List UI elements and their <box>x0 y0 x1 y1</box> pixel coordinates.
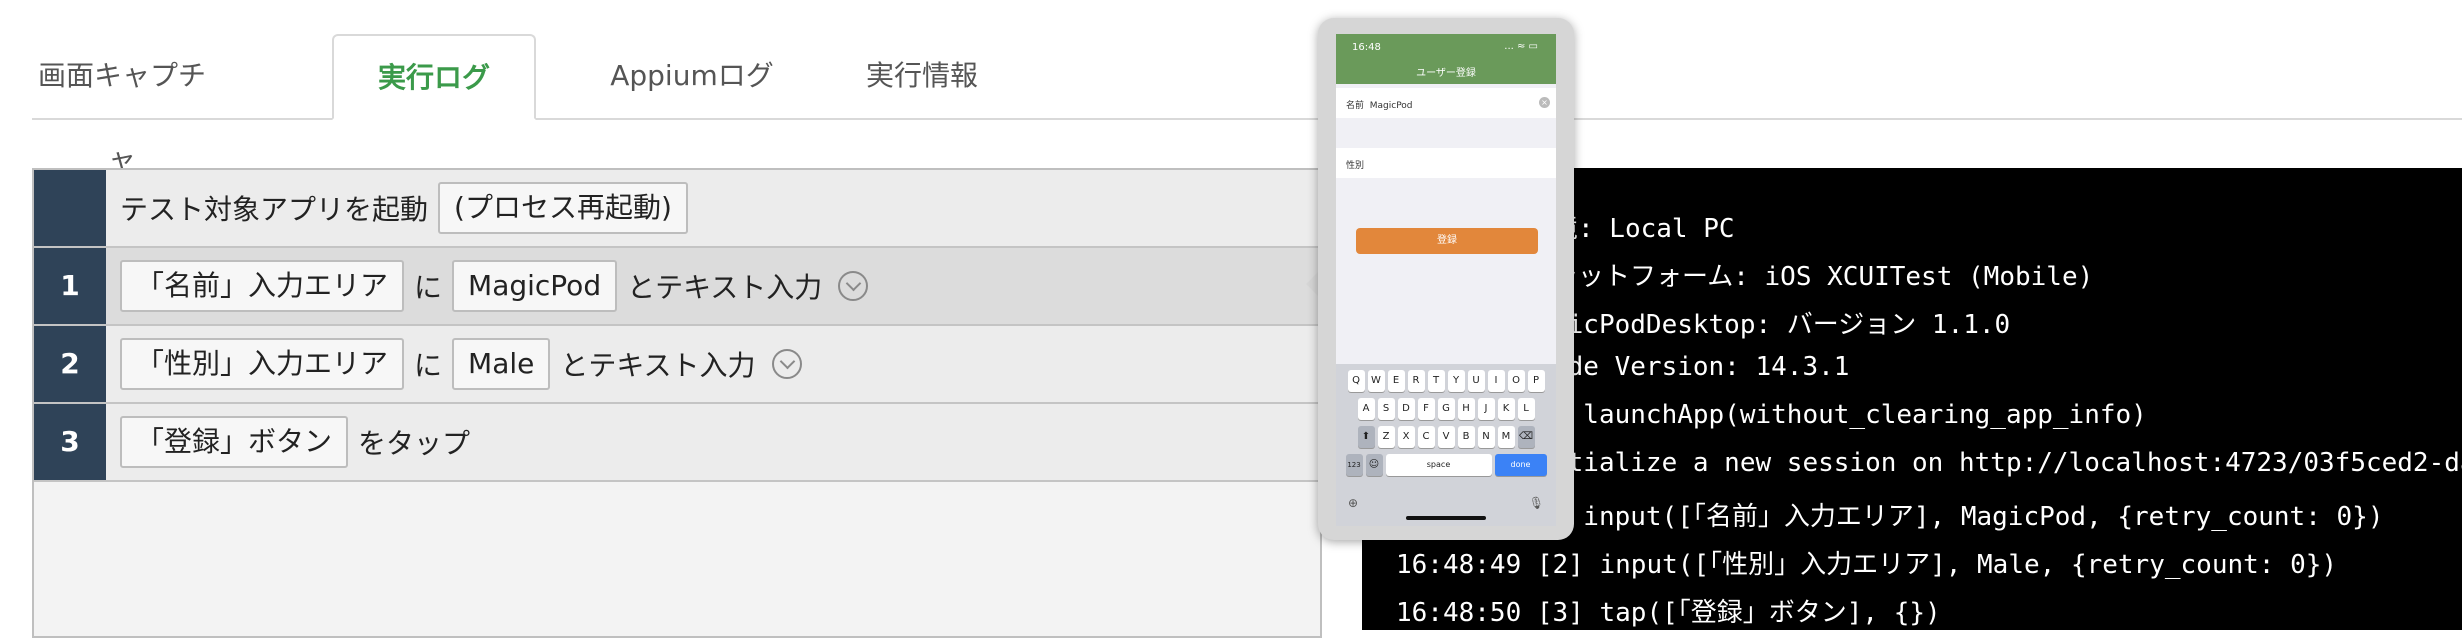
step-target-chip[interactable]: 「登録」ボタン <box>120 416 349 468</box>
key[interactable]: B <box>1457 426 1475 448</box>
key[interactable]: N <box>1477 426 1495 448</box>
key[interactable]: A <box>1357 398 1375 420</box>
step-target-chip[interactable]: 「名前」入力エリア <box>120 260 405 312</box>
step-row-3[interactable]: 3 「登録」ボタン をタップ <box>34 404 1322 482</box>
status-icons: ... ≈ ▭ <box>1504 41 1538 52</box>
step-number <box>34 170 106 246</box>
step-action: とテキスト入力 <box>560 349 756 382</box>
step-number: 2 <box>34 326 106 402</box>
clear-icon[interactable]: × <box>1539 97 1550 108</box>
device-screenshot-popup: 16:48 ... ≈ ▭ ユーザー登録 名前 MagicPod × 性別 登録… <box>1318 18 1574 540</box>
key[interactable]: R <box>1407 370 1425 392</box>
globe-icon[interactable]: ⊕ <box>1348 496 1358 510</box>
log-line: ] launchApp(without_clearing_app_info) <box>1552 400 2147 430</box>
tab-screen-capture[interactable]: 画面キャプチャ <box>32 34 212 176</box>
name-field[interactable]: 名前 MagicPod × <box>1336 88 1556 118</box>
key[interactable]: W <box>1367 370 1385 392</box>
key[interactable]: E <box>1387 370 1405 392</box>
backspace-key[interactable]: ⌫ <box>1517 426 1535 448</box>
keyboard-row-4: 123 ☺ space done <box>1336 454 1556 476</box>
key[interactable]: V <box>1437 426 1455 448</box>
step-target-chip[interactable]: 「性別」入力エリア <box>120 338 405 390</box>
step-value-chip[interactable]: MagicPod <box>452 260 618 312</box>
register-button[interactable]: 登録 <box>1356 228 1538 254</box>
log-line: ode Version: 14.3.1 <box>1552 352 1850 382</box>
microphone-icon[interactable]: 🎙 <box>1529 496 1544 510</box>
step-number: 3 <box>34 404 106 480</box>
home-indicator <box>1406 516 1486 520</box>
gender-field-label: 性別 <box>1346 161 1365 171</box>
log-line: ] input([「名前」入力エリア], MagicPod, {retry_co… <box>1552 502 2384 532</box>
key[interactable]: Y <box>1447 370 1465 392</box>
step-action: をタップ <box>358 427 471 460</box>
key[interactable]: Q <box>1347 370 1365 392</box>
step-row-launch[interactable]: テスト対象アプリを起動 (プロセス再起動) <box>34 170 1322 248</box>
step-text: テスト対象アプリを起動 <box>120 193 429 226</box>
step-row-2[interactable]: 2 「性別」入力エリア に Male とテキスト入力 <box>34 326 1322 404</box>
device-screen: 16:48 ... ≈ ▭ ユーザー登録 名前 MagicPod × 性別 登録… <box>1336 34 1556 526</box>
emoji-icon[interactable]: ☺ <box>1365 454 1383 476</box>
key[interactable]: S <box>1377 398 1395 420</box>
chevron-down-icon[interactable] <box>771 349 802 379</box>
step-action: とテキスト入力 <box>627 271 823 304</box>
log-line: 境: Local PC <box>1552 214 1735 244</box>
step-number: 1 <box>34 248 106 324</box>
status-time: 16:48 <box>1352 42 1381 53</box>
key[interactable]: H <box>1457 398 1475 420</box>
key[interactable]: L <box>1517 398 1535 420</box>
key[interactable]: G <box>1437 398 1455 420</box>
log-line: 16:48:49 [2] input([「性別」入力エリア], Male, {r… <box>1396 550 2338 580</box>
space-key[interactable]: space <box>1385 454 1492 476</box>
step-particle: に <box>414 271 443 304</box>
shift-key[interactable]: ⬆ <box>1357 426 1375 448</box>
step-param-chip[interactable]: (プロセス再起動) <box>438 182 688 234</box>
log-line: itialize a new session on http://localho… <box>1552 448 2462 478</box>
step-row-1[interactable]: 1 「名前」入力エリア に MagicPod とテキスト入力 <box>34 248 1322 326</box>
key[interactable]: U <box>1467 370 1485 392</box>
name-field-label: 名前 MagicPod <box>1346 101 1413 111</box>
step-particle: に <box>414 349 443 382</box>
keyboard-row-1: Q W E R T Y U I O P <box>1336 370 1556 392</box>
key[interactable]: T <box>1427 370 1445 392</box>
done-key[interactable]: done <box>1494 454 1547 476</box>
key[interactable]: D <box>1397 398 1415 420</box>
step-value-chip[interactable]: Male <box>452 338 551 390</box>
keyboard-row-3: ⬆ Z X C V B N M ⌫ <box>1336 426 1556 448</box>
app-title: ユーザー登録 <box>1416 68 1476 79</box>
keyboard-row-2: A S D F G H J K L <box>1336 398 1556 420</box>
chevron-down-icon[interactable] <box>838 271 869 301</box>
key[interactable]: C <box>1417 426 1435 448</box>
gender-field[interactable]: 性別 <box>1336 148 1556 178</box>
test-steps-panel: テスト対象アプリを起動 (プロセス再起動) 1 「名前」入力エリア に Magi… <box>32 168 1322 638</box>
key[interactable]: J <box>1477 398 1495 420</box>
tab-execution-log[interactable]: 実行ログ <box>332 34 536 120</box>
app-header: 16:48 ... ≈ ▭ ユーザー登録 <box>1336 34 1556 84</box>
keyboard: Q W E R T Y U I O P A S D F G H J K L ⬆ … <box>1336 364 1556 526</box>
key[interactable]: O <box>1507 370 1525 392</box>
tab-appium-log[interactable]: Appiumログ <box>572 34 812 118</box>
log-line: ラットフォーム: iOS XCUITest (Mobile) <box>1552 262 2094 292</box>
numbers-key[interactable]: 123 <box>1345 454 1363 476</box>
key[interactable]: P <box>1527 370 1545 392</box>
key[interactable]: M <box>1497 426 1515 448</box>
key[interactable]: I <box>1487 370 1505 392</box>
log-line: gicPodDesktop: バージョン 1.1.0 <box>1552 310 2011 340</box>
key[interactable]: K <box>1497 398 1515 420</box>
key[interactable]: Z <box>1377 426 1395 448</box>
key[interactable]: F <box>1417 398 1435 420</box>
log-line: 16:48:50 [3] tap([「登録」ボタン], {}) <box>1396 598 1941 628</box>
tab-execution-info[interactable]: 実行情報 <box>822 34 1022 118</box>
tab-bar: 画面キャプチャ 実行ログ Appiumログ 実行情報 <box>32 34 2462 176</box>
key[interactable]: X <box>1397 426 1415 448</box>
name-field-value: MagicPod <box>1369 101 1413 111</box>
